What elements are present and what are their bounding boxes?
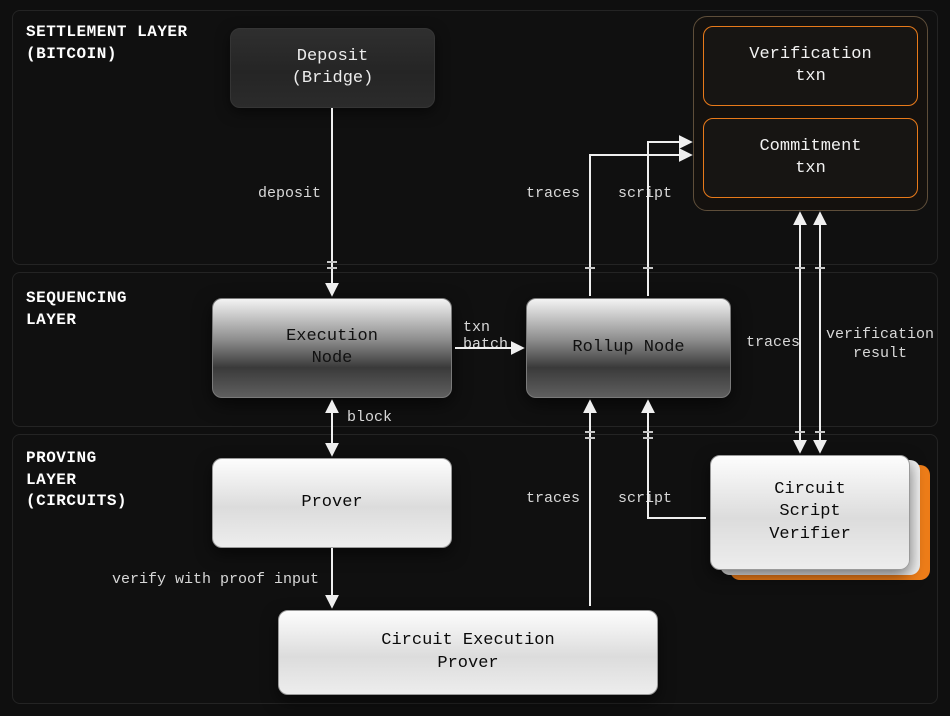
- edge-label-block: block: [347, 409, 392, 426]
- edge-label-verification-result: verification result: [826, 326, 934, 364]
- circuit-execution-prover-node: Circuit Execution Prover: [278, 610, 658, 695]
- proving-layer-label: PROVING LAYER (CIRCUITS): [26, 448, 127, 513]
- edge-label-traces-right: traces: [746, 334, 800, 351]
- prover-node: Prover: [212, 458, 452, 548]
- execution-node: Execution Node: [212, 298, 452, 398]
- verification-txn-node: Verification txn: [703, 26, 918, 106]
- edge-label-traces-top: traces: [526, 185, 580, 202]
- settlement-layer-label: SETTLEMENT LAYER (BITCOIN): [26, 22, 188, 65]
- edge-label-verify-proof: verify with proof input: [112, 571, 319, 588]
- edge-label-traces-mid: traces: [526, 490, 580, 507]
- edge-label-script-mid: script: [618, 490, 672, 507]
- sequencing-layer-label: SEQUENCING LAYER: [26, 288, 127, 331]
- deposit-node: Deposit (Bridge): [230, 28, 435, 108]
- circuit-script-verifier-node: Circuit Script Verifier: [710, 455, 910, 570]
- edge-label-deposit: deposit: [258, 185, 321, 202]
- edge-label-txn-batch: txn batch: [463, 319, 508, 353]
- edge-label-script-top: script: [618, 185, 672, 202]
- rollup-node: Rollup Node: [526, 298, 731, 398]
- commitment-txn-node: Commitment txn: [703, 118, 918, 198]
